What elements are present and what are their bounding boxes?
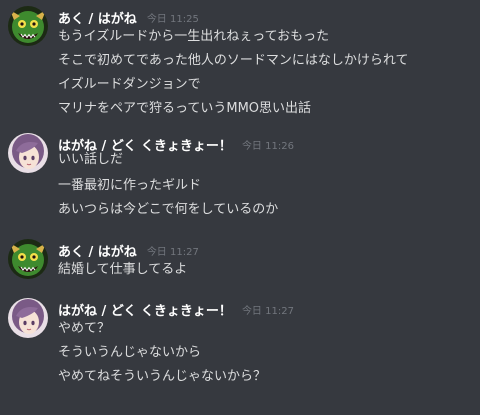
message-header: あく / はがね 今日 11:27 bbox=[58, 239, 199, 261]
message-text: いい話しだ bbox=[58, 152, 124, 167]
message-text: あいつらは今どこで何をしているのか bbox=[58, 202, 279, 217]
username[interactable]: あく / はがね bbox=[58, 8, 137, 27]
username[interactable]: あく / はがね bbox=[58, 241, 137, 260]
message-header: あく / はがね 今日 11:25 bbox=[58, 6, 199, 28]
message-text: イズルードダンジョンで bbox=[58, 77, 201, 92]
user-avatar[interactable] bbox=[8, 6, 48, 46]
message-text: やめてねそういうんじゃないから？ bbox=[58, 369, 267, 384]
purple-hair-avatar-icon bbox=[8, 298, 48, 338]
message-text: 一番最初に作ったギルド bbox=[58, 178, 202, 193]
message-text: マリナをペアで狩るっていうMMO思い出話 bbox=[58, 101, 312, 116]
username[interactable]: はがね / どく くきょきょー！ bbox=[58, 300, 232, 319]
message-header: はがね / どく くきょきょー！ 今日 11:27 bbox=[58, 298, 294, 320]
user-avatar[interactable] bbox=[8, 133, 48, 173]
message-text: 結婚して仕事してるよ bbox=[58, 262, 188, 277]
message-text: もうイズルードから一生出れねぇっておもった bbox=[58, 29, 330, 44]
timestamp: 今日 11:27 bbox=[241, 305, 294, 317]
message-text: そこで初めてであった他人のソードマンにはなしかけられて bbox=[58, 53, 409, 68]
user-avatar[interactable] bbox=[8, 239, 48, 279]
timestamp: 今日 11:26 bbox=[241, 140, 294, 152]
user-avatar[interactable] bbox=[8, 298, 48, 338]
message-text: そういうんじゃないから bbox=[58, 345, 202, 360]
timestamp: 今日 11:25 bbox=[146, 13, 199, 25]
green-goblin-avatar-icon bbox=[8, 239, 48, 279]
purple-hair-avatar-icon bbox=[8, 133, 48, 173]
timestamp: 今日 11:27 bbox=[146, 246, 199, 258]
message-text: やめて？ bbox=[58, 321, 111, 336]
green-goblin-avatar-icon bbox=[8, 6, 48, 46]
